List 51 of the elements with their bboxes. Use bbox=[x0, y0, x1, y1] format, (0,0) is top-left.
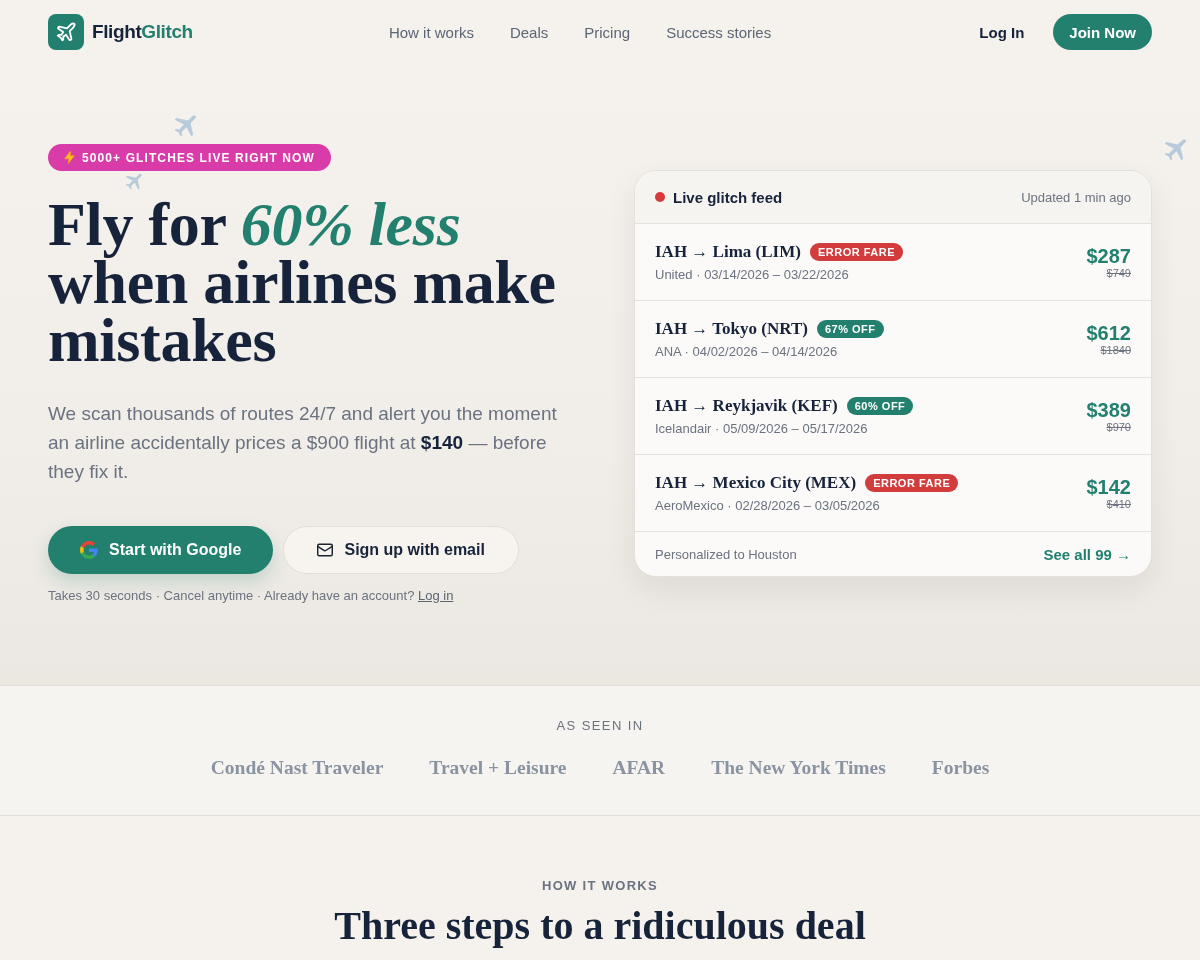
signup-note: Takes 30 seconds · Cancel anytime · Already have an account? Log in bbox=[48, 588, 454, 603]
brand-name: FlightGlitch bbox=[92, 21, 193, 43]
plane-logo-icon bbox=[48, 14, 84, 50]
deal-price: $612 bbox=[1086, 322, 1131, 344]
login-link[interactable]: Log In bbox=[979, 23, 1025, 41]
envelope-icon bbox=[317, 543, 334, 557]
press-outlet-name: Travel + Leisure bbox=[429, 757, 567, 779]
route-title: IAH → Mexico City (MEX) bbox=[655, 473, 857, 493]
nav-link[interactable]: Deals bbox=[509, 23, 549, 41]
live-dot-icon bbox=[655, 192, 665, 202]
personalized-note: Personalized to Houston bbox=[655, 546, 797, 562]
lightning-bolt-icon bbox=[64, 151, 75, 164]
fare-tag: 67% OFF bbox=[816, 320, 884, 338]
section-eyebrow: HOW IT WORKS bbox=[542, 878, 658, 893]
deal-price: $389 bbox=[1086, 399, 1131, 421]
original-price: $970 bbox=[1106, 421, 1131, 433]
press-outlet-name: The New York Times bbox=[711, 757, 886, 779]
updated-time: Updated 1 min ago bbox=[1021, 189, 1131, 205]
route-title: IAH → Reykjavik (KEF) bbox=[655, 396, 838, 416]
flight-details: Icelandair · 05/09/2026 – 05/17/2026 bbox=[655, 421, 869, 436]
hero-description: We scan thousands of routes 24/7 and alert you the moment an airline accidentally prices a $900 flight at $140 — before they fix it. bbox=[48, 402, 558, 484]
nav-link[interactable]: Pricing bbox=[584, 23, 631, 41]
flight-details: AeroMexico · 02/28/2026 – 03/05/2026 bbox=[655, 498, 881, 513]
original-price: $410 bbox=[1106, 498, 1131, 510]
route-title: IAH → Tokyo (NRT) bbox=[655, 319, 808, 339]
email-signup-button[interactable]: Sign up with email bbox=[283, 526, 519, 574]
original-price: $749 bbox=[1106, 267, 1131, 279]
fare-tag: 60% OFF bbox=[846, 397, 914, 415]
press-outlet-name: AFAR bbox=[612, 757, 666, 779]
google-g-icon bbox=[80, 541, 98, 559]
hero-headline: Fly for 60% less when airlines make mistakes bbox=[48, 195, 557, 369]
join-button[interactable]: Join Now bbox=[1053, 14, 1152, 50]
press-outlet-name: Condé Nast Traveler bbox=[210, 757, 384, 779]
nav-link[interactable]: Success stories bbox=[666, 23, 772, 41]
badge-text: 5000+ GLITCHES LIVE RIGHT NOW bbox=[82, 150, 315, 165]
login-link[interactable]: Log in bbox=[418, 588, 454, 603]
press-outlet-name: Forbes bbox=[931, 757, 990, 779]
route-title: IAH → Lima (LIM) bbox=[655, 242, 801, 262]
flight-details: ANA · 04/02/2026 – 04/14/2026 bbox=[655, 344, 839, 359]
press-heading: AS SEEN IN bbox=[556, 718, 644, 733]
fare-tag: ERROR FARE bbox=[865, 474, 959, 492]
flight-details: United · 03/14/2026 – 03/22/2026 bbox=[655, 267, 850, 282]
deal-price: $287 bbox=[1086, 245, 1131, 267]
fare-tag: ERROR FARE bbox=[809, 243, 904, 261]
deal-price: $142 bbox=[1086, 476, 1131, 498]
section-title: Three steps to a ridiculous deal bbox=[334, 903, 866, 949]
feed-title: Live glitch feed bbox=[673, 188, 783, 206]
google-signup-button[interactable]: Start with Google bbox=[48, 526, 274, 574]
nav-link[interactable]: How it works bbox=[388, 23, 474, 41]
original-price: $1840 bbox=[1100, 344, 1131, 356]
see-all-link[interactable]: See all 99 → bbox=[1043, 545, 1131, 563]
